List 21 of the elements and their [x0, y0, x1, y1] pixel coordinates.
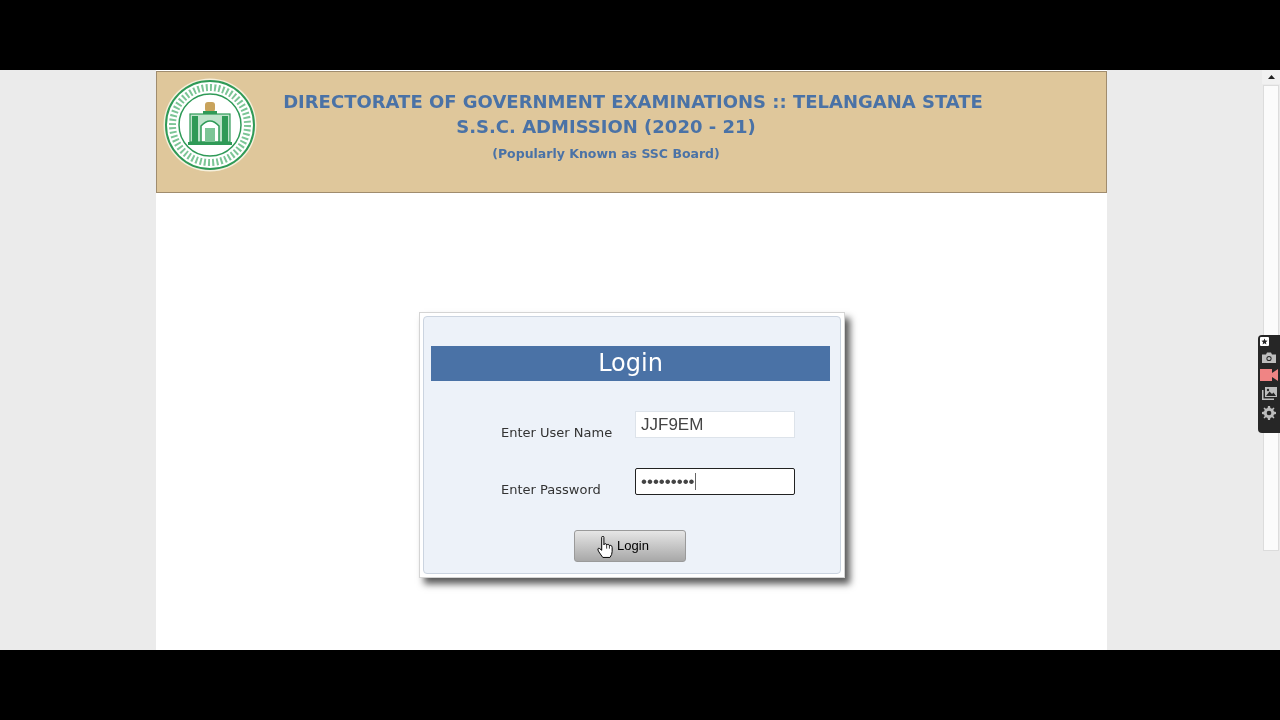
field-label: Enter User Name	[501, 424, 614, 441]
scroll-up-button[interactable]	[1262, 70, 1280, 84]
field-value: •••••••••	[641, 471, 695, 492]
page-subtitle: (Popularly Known as SSC Board)	[492, 145, 720, 163]
login-heading: Login	[431, 346, 830, 381]
login-button[interactable]: Login	[574, 530, 686, 562]
input-field[interactable]: •••••••••	[635, 468, 795, 495]
video-camera-icon[interactable]	[1260, 369, 1278, 381]
hand-cursor-icon	[597, 536, 613, 558]
field-value: JJF9EM	[641, 414, 704, 435]
image-gallery-icon[interactable]	[1261, 387, 1277, 400]
settings-icon[interactable]	[1262, 406, 1276, 420]
field-label: Enter Password	[501, 481, 602, 498]
camera-icon[interactable]	[1262, 352, 1276, 363]
input-field[interactable]: JJF9EM	[635, 411, 795, 438]
text-cursor-icon	[694, 473, 696, 490]
state-seal-icon	[163, 78, 257, 172]
up-arrow-icon	[1267, 75, 1275, 79]
pin-icon[interactable]	[1260, 337, 1269, 346]
page-title: DIRECTORATE OF GOVERNMENT EXAMINATIONS :: TELANGANA STATE	[283, 90, 983, 114]
page-title: S.S.C. ADMISSION (2020 - 21)	[456, 115, 756, 139]
